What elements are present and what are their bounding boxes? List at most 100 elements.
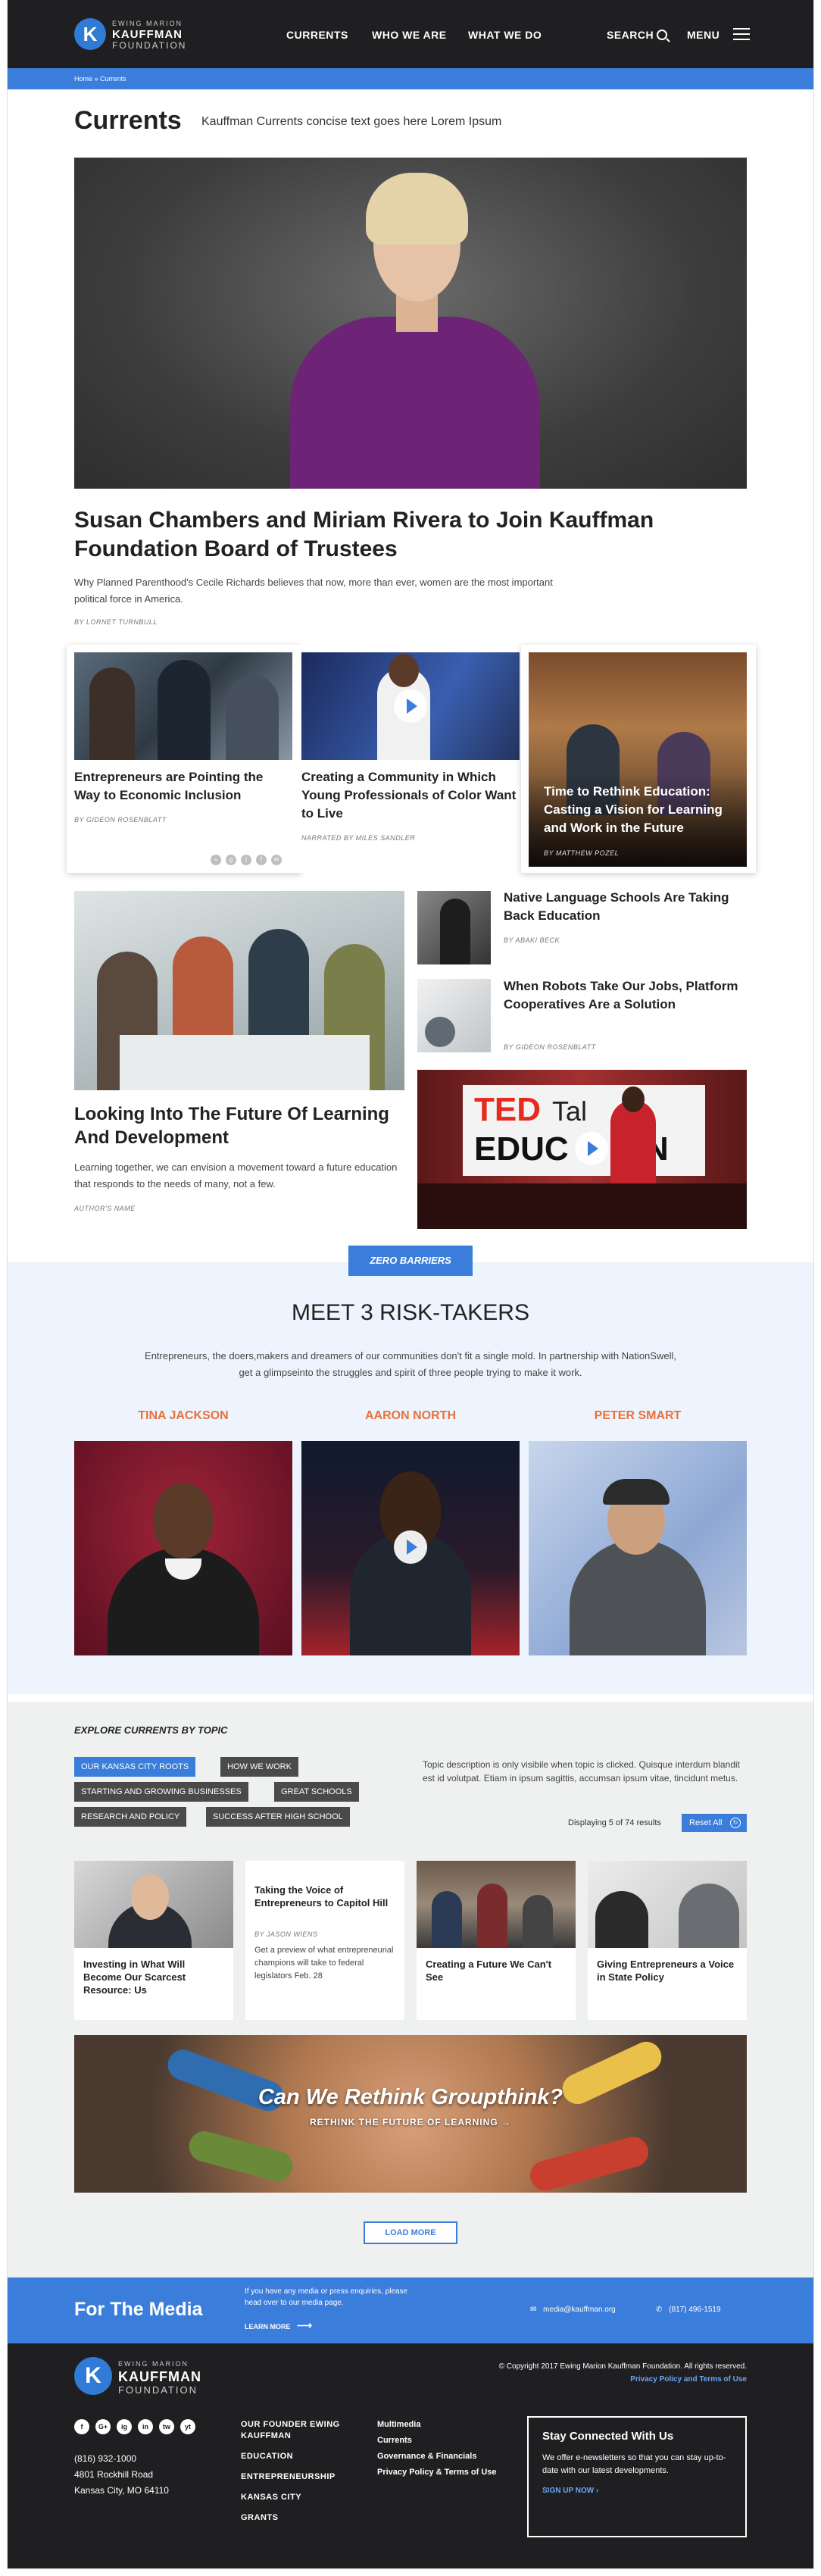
footer-logo-mark: K: [74, 2357, 112, 2395]
linkedin-icon[interactable]: in: [138, 2419, 153, 2434]
side-item-image[interactable]: [417, 979, 491, 1052]
twitter-icon[interactable]: tw: [159, 2419, 174, 2434]
topic-tag[interactable]: HOW WE WORK: [220, 1757, 298, 1777]
media-learn-more-link[interactable]: LEARN MORE ⟶: [245, 2319, 312, 2332]
menu-button[interactable]: MENU: [687, 29, 720, 41]
arrow-right-icon: ⟶: [297, 2319, 313, 2331]
page-title: Currents: [74, 106, 182, 135]
envelope-icon: ✉: [530, 2306, 537, 2314]
card-byline: BY MATTHEW POZEL: [544, 849, 620, 857]
side-item-title[interactable]: Native Language Schools Are Taking Back …: [504, 889, 746, 925]
feature-byline: AUTHOR'S NAME: [74, 1205, 136, 1212]
topic-tag[interactable]: RESEARCH AND POLICY: [74, 1807, 187, 1827]
risk-description: Entrepreneurs, the doers,makers and drea…: [145, 1350, 676, 1378]
media-email[interactable]: ✉ media@kauffman.org: [530, 2306, 616, 2314]
footer-link[interactable]: Governance & Financials: [377, 2451, 514, 2462]
topic-card[interactable]: Taking the Voice of Entrepreneurs to Cap…: [245, 1861, 404, 2020]
topic-card-byline: BY JASON WIENS: [254, 1930, 318, 1938]
topic-tag[interactable]: GREAT SCHOOLS: [274, 1782, 359, 1802]
card-title[interactable]: Time to Rethink Education: Casting a Vis…: [544, 783, 741, 837]
footer-link[interactable]: ENTREPRENEURSHIP: [241, 2471, 354, 2483]
footer-logo[interactable]: K EWING MARION KAUFFMAN FOUNDATION: [74, 2357, 211, 2396]
privacy-policy-link[interactable]: Privacy Policy and Terms of Use: [499, 2373, 747, 2386]
feature-title[interactable]: Looking Into The Future Of Learning And …: [74, 1102, 404, 1149]
google-plus-icon[interactable]: G+: [95, 2419, 111, 2434]
facebook-icon[interactable]: f: [256, 855, 267, 865]
footer-link[interactable]: Multimedia: [377, 2419, 514, 2431]
email-icon[interactable]: ✉: [271, 855, 282, 865]
topic-card-title[interactable]: Taking the Voice of Entrepreneurs to Cap…: [254, 1884, 395, 1909]
link-icon[interactable]: ⌁: [211, 855, 221, 865]
load-more-button[interactable]: LOAD MORE: [364, 2221, 457, 2244]
banner-link[interactable]: RETHINK THE FUTURE OF LEARNING →: [74, 2117, 747, 2127]
topic-card[interactable]: Giving Entrepreneurs a Voice in State Po…: [588, 1861, 747, 2020]
groupthink-banner[interactable]: Can We Rethink Groupthink? RETHINK THE F…: [74, 2035, 747, 2193]
hamburger-icon[interactable]: [733, 28, 750, 40]
instagram-icon[interactable]: ig: [117, 2419, 132, 2434]
google-plus-icon[interactable]: g: [226, 855, 236, 865]
newsletter-title: Stay Connected With Us: [542, 2430, 674, 2443]
footer-link[interactable]: GRANTS: [241, 2512, 354, 2524]
twitter-icon[interactable]: t: [241, 855, 251, 865]
article-card[interactable]: Creating a Community in Which Young Prof…: [294, 645, 529, 873]
risk-taker-photo[interactable]: [529, 1441, 747, 1655]
footer-link[interactable]: Privacy Policy & Terms of Use: [377, 2467, 514, 2478]
hero-title[interactable]: Susan Chambers and Miriam Rivera to Join…: [74, 506, 695, 564]
nav-what-we-do[interactable]: WHAT WE DO: [468, 29, 542, 41]
topic-card[interactable]: Creating a Future We Can't See: [417, 1861, 576, 2020]
address-city: Kansas City, MO 64110: [74, 2485, 169, 2496]
media-bar: For The Media If you have any media or p…: [8, 2277, 813, 2343]
footer-link[interactable]: OUR FOUNDER EWING KAUFFMAN: [241, 2419, 354, 2442]
hero-image[interactable]: [74, 158, 747, 489]
nav-who-we-are[interactable]: WHO WE ARE: [372, 29, 447, 41]
copyright: © Copyright 2017 Ewing Marion Kauffman F…: [499, 2360, 747, 2386]
side-item-title[interactable]: When Robots Take Our Jobs, Platform Coop…: [504, 977, 746, 1014]
feature-image[interactable]: [74, 891, 404, 1090]
breadcrumb-current: Currents: [100, 75, 126, 83]
address-street: 4801 Rockhill Road: [74, 2469, 154, 2480]
footer-links-primary: OUR FOUNDER EWING KAUFFMAN EDUCATION ENT…: [241, 2419, 354, 2533]
risk-taker-photo[interactable]: [74, 1441, 292, 1655]
nav-currents[interactable]: CURRENTS: [286, 29, 348, 41]
topic-tag[interactable]: SUCCESS AFTER HIGH SCHOOL: [206, 1807, 350, 1827]
newsletter-description: We offer e-newsletters so that you can s…: [542, 2453, 726, 2475]
play-icon[interactable]: [394, 689, 427, 723]
feature-description: Learning together, we can envision a mov…: [74, 1161, 398, 1190]
ted-sign-talks: Tal: [552, 1096, 588, 1127]
breadcrumb-home[interactable]: Home: [74, 75, 92, 83]
search-icon[interactable]: [657, 30, 667, 40]
media-phone[interactable]: ✆ (817) 496-1519: [656, 2306, 721, 2314]
topic-card-title[interactable]: Giving Entrepreneurs a Voice in State Po…: [597, 1958, 738, 1984]
play-icon[interactable]: [575, 1132, 608, 1165]
article-card[interactable]: Entrepreneurs are Pointing the Way to Ec…: [67, 645, 301, 873]
facebook-icon[interactable]: f: [74, 2419, 89, 2434]
side-item-image[interactable]: [417, 891, 491, 964]
reset-icon: ↻: [730, 1818, 741, 1828]
topic-tag[interactable]: OUR KANSAS CITY ROOTS: [74, 1757, 196, 1777]
topic-card[interactable]: Investing in What Will Become Our Scarce…: [74, 1861, 233, 2020]
topic-tag[interactable]: STARTING AND GROWING BUSINESSES: [74, 1782, 248, 1802]
zero-barriers-button[interactable]: ZERO BARRIERS: [348, 1246, 473, 1276]
article-card[interactable]: Time to Rethink Education: Casting a Vis…: [521, 645, 756, 873]
footer-link[interactable]: Currents: [377, 2435, 514, 2446]
card-title[interactable]: Creating a Community in Which Young Prof…: [301, 768, 520, 823]
sign-up-link[interactable]: SIGN UP NOW ›: [542, 2487, 732, 2495]
footer-link[interactable]: KANSAS CITY: [241, 2492, 354, 2503]
address-phone[interactable]: (816) 932-1000: [74, 2451, 169, 2467]
logo[interactable]: K EWING MARION KAUFFMAN FOUNDATION: [74, 18, 211, 52]
risk-taker-name[interactable]: PETER SMART: [529, 1409, 747, 1423]
side-item-byline: BY GIDEON ROSENBLATT: [504, 1043, 596, 1051]
reset-all-button[interactable]: Reset All ↻: [682, 1814, 747, 1832]
topic-card-image: [417, 1861, 576, 1948]
topic-card-title[interactable]: Investing in What Will Become Our Scarce…: [83, 1958, 224, 1996]
risk-taker-name[interactable]: AARON NORTH: [301, 1409, 520, 1423]
footer-link[interactable]: EDUCATION: [241, 2451, 354, 2462]
youtube-icon[interactable]: yt: [180, 2419, 195, 2434]
card-title[interactable]: Entrepreneurs are Pointing the Way to Ec…: [74, 768, 292, 805]
search-button[interactable]: SEARCH: [607, 29, 654, 41]
play-icon[interactable]: [394, 1530, 427, 1564]
logo-line-2: KAUFFMAN: [112, 28, 183, 41]
risk-taker-name[interactable]: TINA JACKSON: [74, 1409, 292, 1423]
topic-card-title[interactable]: Creating a Future We Can't See: [426, 1958, 567, 1984]
hero-byline: BY LORNET TURNBULL: [74, 618, 158, 626]
